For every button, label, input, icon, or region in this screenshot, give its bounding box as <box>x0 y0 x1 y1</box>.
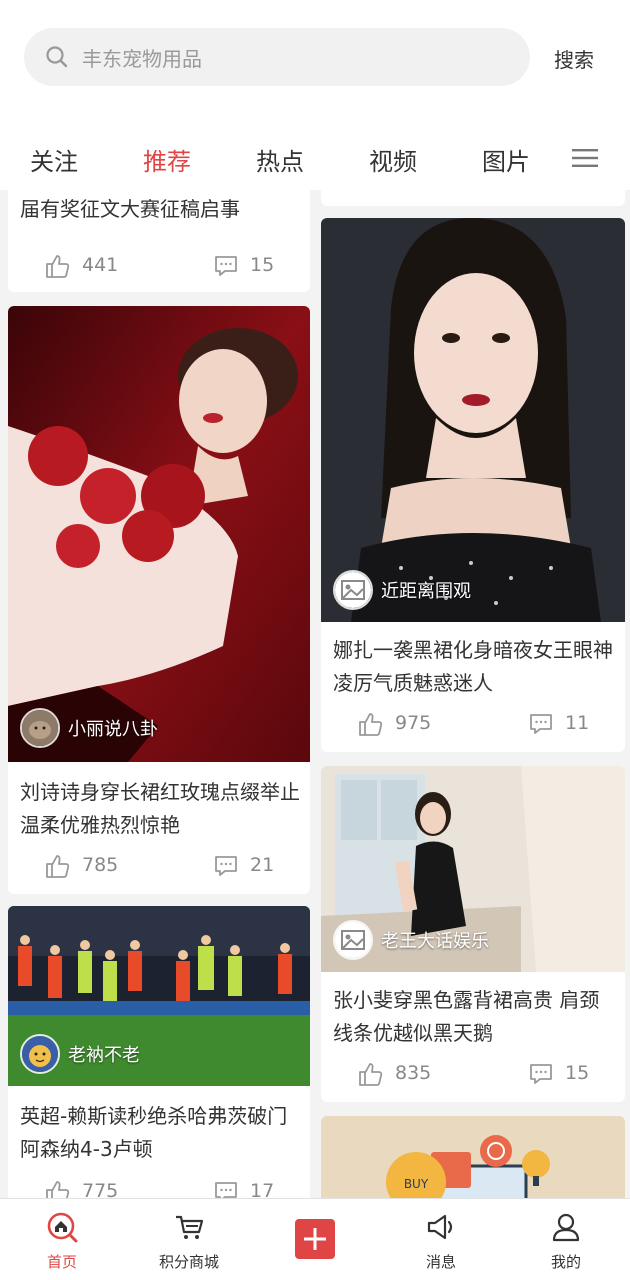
card-image[interactable]: BUY <box>321 1116 625 1198</box>
home-icon <box>47 1212 78 1243</box>
user-icon <box>552 1213 580 1242</box>
comment-icon[interactable] <box>212 1178 240 1198</box>
card-meta: 441 15 <box>8 252 310 282</box>
feed-card[interactable]: 老王大话娱乐 张小斐穿黑色露背裙高贵 肩颈线条优越似黑天鹅 835 15 <box>321 766 625 1102</box>
feed-card[interactable]: 创作达人奖2000元|搜店网第一届有奖征文大赛征稿启事 441 15 <box>8 190 310 292</box>
card-title: 英超-赖斯读秒绝杀哈弗茨破门 阿森纳4-3卢顿 <box>20 1104 288 1161</box>
photo-image <box>321 218 625 622</box>
nav-label: 我的 <box>550 1253 581 1271</box>
comment-icon[interactable] <box>527 1060 555 1088</box>
card-image[interactable] <box>8 306 310 762</box>
search-button[interactable]: 搜索 <box>554 44 594 73</box>
comment-icon[interactable] <box>212 852 240 880</box>
like-count: 835 <box>395 1062 432 1084</box>
comment-count: 17 <box>250 1180 275 1198</box>
comment-icon[interactable] <box>212 252 240 280</box>
category-tabs: 关注 推荐 热点 视频 图片 <box>0 134 630 184</box>
card-title: 刘诗诗身穿长裙红玫瑰点缀举止温柔优雅热烈惊艳 <box>20 780 300 837</box>
card-title: 创作达人奖2000元|搜店网第一届有奖征文大赛征稿启事 <box>20 197 240 221</box>
tab-video[interactable]: 视频 <box>369 142 417 177</box>
card-image[interactable] <box>321 218 625 622</box>
author-avatar <box>20 708 60 748</box>
nav-label: 消息 <box>425 1253 456 1271</box>
card-title: 娜扎一袭黑裙化身暗夜女王眼神凌厉气质魅惑迷人 <box>333 638 613 695</box>
comment-count: 15 <box>250 254 275 276</box>
feed-card[interactable]: 小丽说八卦 刘诗诗身穿长裙红玫瑰点缀举止温柔优雅热烈惊艳 785 21 <box>8 306 310 894</box>
author-avatar <box>20 1034 60 1074</box>
search-input[interactable]: 丰东宠物用品 <box>24 28 530 86</box>
feed-card[interactable]: 老衲不老 英超-赖斯读秒绝杀哈弗茨破门 阿森纳4-3卢顿 775 17 <box>8 906 310 1198</box>
menu-icon[interactable] <box>572 148 598 168</box>
nav-label: 积分商城 <box>158 1253 219 1271</box>
publish-button[interactable] <box>295 1219 335 1259</box>
card-meta: 835 15 <box>321 1060 625 1090</box>
tab-images[interactable]: 图片 <box>482 142 530 177</box>
like-count: 441 <box>82 254 119 276</box>
author-avatar <box>333 570 373 610</box>
comment-icon[interactable] <box>527 710 555 738</box>
like-icon[interactable] <box>357 710 385 738</box>
card-meta: 975 11 <box>321 710 625 740</box>
like-count: 775 <box>82 1180 119 1198</box>
photo-image <box>8 306 310 762</box>
tab-hot[interactable]: 热点 <box>256 142 304 177</box>
author[interactable]: 老王大话娱乐 <box>333 920 489 960</box>
nav-mine[interactable]: 我的 <box>521 1199 611 1280</box>
search-icon <box>46 46 68 68</box>
like-icon[interactable] <box>44 1178 72 1198</box>
megaphone-icon <box>427 1214 453 1240</box>
plus-icon <box>304 1228 326 1250</box>
like-icon[interactable] <box>44 852 72 880</box>
like-icon[interactable] <box>44 252 72 280</box>
feed[interactable]: 创作达人奖2000元|搜店网第一届有奖征文大赛征稿启事 441 15 <box>0 190 630 1198</box>
author[interactable]: 老衲不老 <box>20 1034 140 1074</box>
nav-points-mall[interactable]: 积分商城 <box>144 1199 234 1280</box>
cart-icon <box>176 1215 204 1239</box>
author-name: 老衲不老 <box>68 1045 140 1066</box>
card-title: 张小斐穿黑色露背裙高贵 肩颈线条优越似黑天鹅 <box>333 988 600 1045</box>
like-count: 975 <box>395 712 432 734</box>
author[interactable]: 近距离围观 <box>333 570 471 610</box>
tab-follow[interactable]: 关注 <box>30 142 78 177</box>
comment-count: 11 <box>565 712 590 734</box>
tab-recommend[interactable]: 推荐 <box>143 142 191 177</box>
feed-card[interactable]: BUY <box>321 1116 625 1198</box>
top-header: 丰东宠物用品 搜索 关注 推荐 热点 视频 图片 <box>0 0 630 190</box>
bottom-nav: 首页 积分商城 消息 我的 <box>0 1198 630 1280</box>
comment-count: 15 <box>565 1062 590 1084</box>
nav-home[interactable]: 首页 <box>17 1199 107 1280</box>
author-name: 小丽说八卦 <box>68 719 158 740</box>
nav-messages[interactable]: 消息 <box>396 1199 486 1280</box>
shopping-illustration: BUY <box>321 1116 625 1198</box>
author-name: 老王大话娱乐 <box>381 931 489 952</box>
card-meta: 785 21 <box>8 852 310 882</box>
nav-label: 首页 <box>46 1253 77 1271</box>
like-count: 785 <box>82 854 119 876</box>
search-placeholder: 丰东宠物用品 <box>82 46 202 71</box>
card-meta: 775 17 <box>8 1178 310 1198</box>
author[interactable]: 小丽说八卦 <box>20 708 158 748</box>
comment-count: 21 <box>250 854 275 876</box>
like-icon[interactable] <box>357 1060 385 1088</box>
author-avatar <box>333 920 373 960</box>
author-name: 近距离围观 <box>381 581 471 602</box>
feed-card[interactable]: 近距离围观 娜扎一袭黑裙化身暗夜女王眼神凌厉气质魅惑迷人 975 11 <box>321 218 625 752</box>
feed-card[interactable] <box>321 190 625 206</box>
buy-label: BUY <box>404 1177 429 1191</box>
